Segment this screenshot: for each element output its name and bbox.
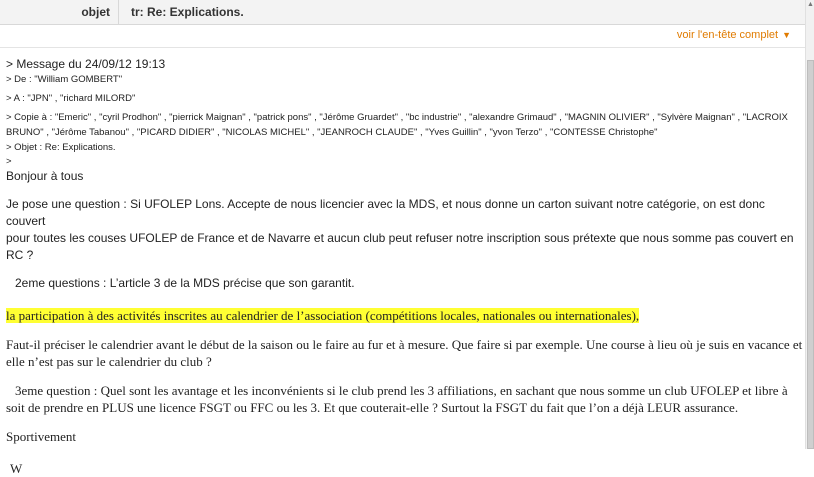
chevron-down-icon: ▼: [782, 30, 791, 40]
quoted-to: > A : "JPN" , "richard MILORD": [6, 93, 136, 104]
closing: Sportivement: [6, 429, 77, 444]
question3-line2: soit de prendre en PLUS une licence FSGT…: [6, 400, 739, 415]
paragraph3-line2: elle n’est pas sur le calendrier du club…: [6, 354, 212, 369]
greeting: Bonjour à tous: [6, 169, 84, 183]
question1-line2: pour toutes les couses UFOLEP de France …: [6, 231, 794, 262]
full-header-link-label: voir l'en-tête complet: [676, 29, 779, 41]
paragraph3-line1: Faut-il préciser le calendrier avant le …: [6, 337, 803, 352]
quoted-subject: > Objet : Re: Explications.: [6, 142, 116, 153]
header-toggle-row: voir l'en-tête complet ▼: [0, 25, 805, 48]
question2: 2eme questions : L’article 3 de la MDS p…: [15, 276, 355, 290]
highlighted-span: la participation à des activités inscrit…: [6, 308, 640, 323]
message-body: > Message du 24/09/12 19:13 > De : "Will…: [6, 57, 804, 477]
question3-line1: 3eme question : Quel sont les avantage e…: [15, 383, 788, 398]
full-header-link[interactable]: voir l'en-tête complet ▼: [677, 29, 791, 41]
question1-line1: Je pose une question : Si UFOLEP Lons. A…: [6, 197, 765, 228]
subject-label: objet: [81, 5, 110, 19]
subject-value: tr: Re: Explications.: [118, 0, 244, 24]
scrollbar-thumb[interactable]: [807, 60, 814, 449]
quoted-title: > Message du 24/09/12 19:13: [6, 57, 166, 71]
signature: W: [10, 461, 23, 476]
quoted-from: > De : "William GOMBERT": [6, 74, 123, 85]
arrow-up-icon[interactable]: ▲: [806, 0, 814, 10]
highlighted-text: la participation à des activités inscrit…: [6, 307, 804, 324]
quoted-cc-line1: > Copie à : "Emeric" , "cyril Prodhon" ,…: [6, 112, 788, 123]
quoted-cc-line2: BRUNO" , "Jérôme Tabanou" , "PICARD DIDI…: [6, 127, 658, 138]
quoted-separator: >: [6, 156, 12, 167]
subject-header-row: objet tr: Re: Explications.: [0, 0, 805, 25]
vertical-scrollbar[interactable]: ▲: [805, 0, 814, 449]
